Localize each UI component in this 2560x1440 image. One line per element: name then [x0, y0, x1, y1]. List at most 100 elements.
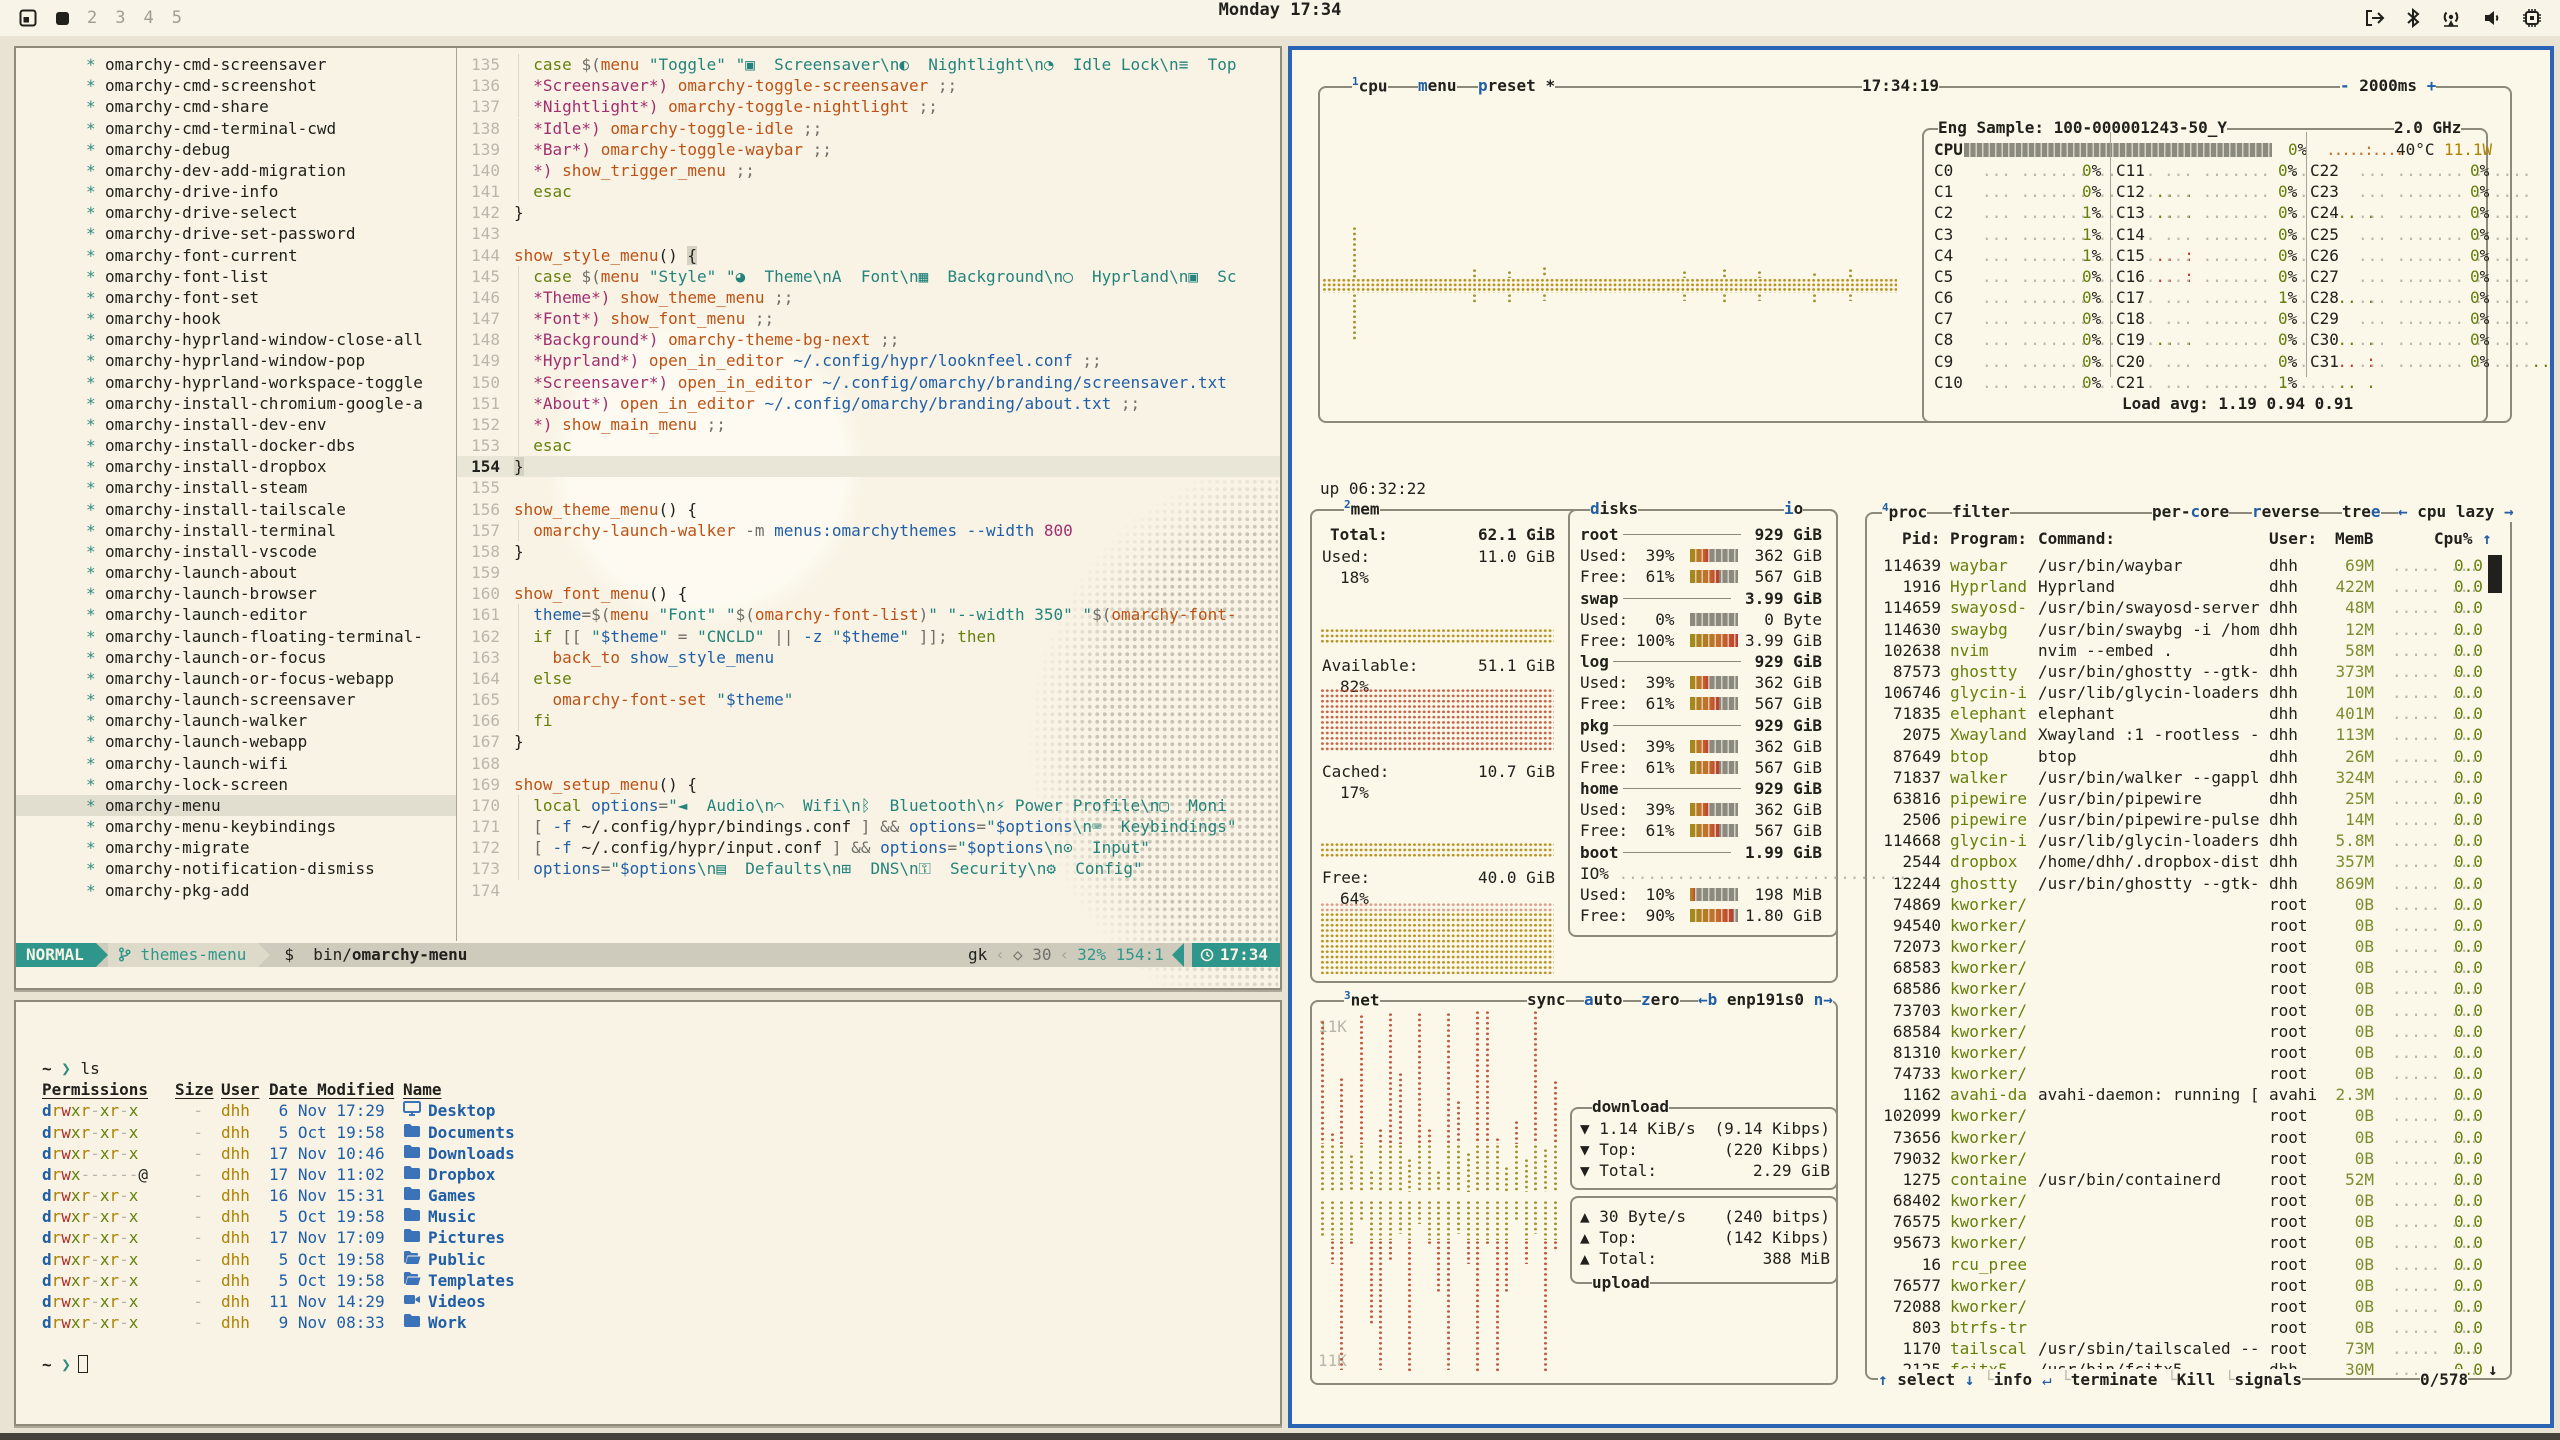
file-list-item[interactable]: *omarchy-hyprland-workspace-toggle: [16, 372, 456, 393]
code-line[interactable]: 154}: [457, 456, 1280, 477]
file-list-item[interactable]: *omarchy-launch-about: [16, 562, 456, 583]
code-line[interactable]: 155: [457, 477, 1280, 498]
code-line[interactable]: 149 *Hyprland*) open_in_editor ~/.config…: [457, 350, 1280, 371]
file-list-item[interactable]: *omarchy-launch-browser: [16, 583, 456, 604]
code-line[interactable]: 144show_style_menu() {: [457, 245, 1280, 266]
file-list-item[interactable]: *omarchy-cmd-terminal-cwd: [16, 118, 456, 139]
proc-user: root: [2269, 1254, 2308, 1275]
file-list-item[interactable]: *omarchy-notification-dismiss: [16, 858, 456, 879]
code-line[interactable]: 168: [457, 753, 1280, 774]
chip-icon[interactable]: [2522, 8, 2542, 28]
code-line[interactable]: 135 case $(menu "Toggle" "▣ Screensaver\…: [457, 54, 1280, 75]
bluetooth-icon[interactable]: [2406, 8, 2420, 28]
file-list-item[interactable]: *omarchy-launch-or-focus-webapp: [16, 668, 456, 689]
file-list-item[interactable]: *omarchy-launch-webapp: [16, 731, 456, 752]
shell-prompt[interactable]: ~ ❯ ls: [42, 1058, 100, 1079]
code-line[interactable]: 160show_font_menu() {: [457, 583, 1280, 604]
file-list-item[interactable]: *omarchy-debug: [16, 139, 456, 160]
net-down-value: (220 Kibps): [1724, 1139, 1830, 1160]
file-list-item[interactable]: *omarchy-cmd-share: [16, 96, 456, 117]
volume-icon[interactable]: [2482, 8, 2502, 28]
file-list-item[interactable]: *omarchy-font-set: [16, 287, 456, 308]
code-line[interactable]: 153 esac: [457, 435, 1280, 456]
code-line[interactable]: 142}: [457, 202, 1280, 223]
terminal-window[interactable]: ~ ❯ lsPermissionsSizeUserDate ModifiedNa…: [14, 1000, 1282, 1426]
code-line[interactable]: 166 fi: [457, 710, 1280, 731]
file-list-item[interactable]: *omarchy-launch-wifi: [16, 753, 456, 774]
folder-icon: [403, 1143, 421, 1164]
code-line[interactable]: 151 *About*) open_in_editor ~/.config/om…: [457, 393, 1280, 414]
file-list-item[interactable]: *omarchy-install-tailscale: [16, 499, 456, 520]
code-line[interactable]: 169show_setup_menu() {: [457, 774, 1280, 795]
btop-window[interactable]: 1cpumenupreset *17:34:19- 2000ms +Eng Sa…: [1288, 46, 2554, 1428]
file-list-item[interactable]: *omarchy-hook: [16, 308, 456, 329]
proc-scrollbar-thumb[interactable]: [2488, 555, 2502, 593]
code-line[interactable]: 141 esac: [457, 181, 1280, 202]
code-line[interactable]: 150 *Screensaver*) open_in_editor ~/.con…: [457, 372, 1280, 393]
file-list-item[interactable]: *omarchy-font-current: [16, 245, 456, 266]
file-list-item[interactable]: *omarchy-install-chromium-google-a: [16, 393, 456, 414]
disk-row-label: Free:: [1580, 905, 1628, 926]
mem-used-label: Used:: [1322, 546, 1370, 567]
file-list-item[interactable]: *omarchy-launch-editor: [16, 604, 456, 625]
file-list-item[interactable]: *omarchy-drive-select: [16, 202, 456, 223]
code-line[interactable]: 170 local options="◄ Audio\n⌒ Wifi\nᛒ Bl…: [457, 795, 1280, 816]
code-line[interactable]: 157 omarchy-launch-walker -m menus:omarc…: [457, 520, 1280, 541]
code-line[interactable]: 147 *Font*) show_font_menu ;;: [457, 308, 1280, 329]
file-list-item[interactable]: *omarchy-install-dropbox: [16, 456, 456, 477]
code-line[interactable]: 162 if [[ "$theme" = "CNCLD" || -z "$the…: [457, 626, 1280, 647]
file-list-item[interactable]: *omarchy-install-vscode: [16, 541, 456, 562]
file-list-item[interactable]: *omarchy-launch-screensaver: [16, 689, 456, 710]
net-down-column: [1330, 1132, 1335, 1144]
file-list-item[interactable]: *omarchy-cmd-screensaver: [16, 54, 456, 75]
code-line[interactable]: 140 *) show_trigger_menu ;;: [457, 160, 1280, 181]
file-list-item[interactable]: *omarchy-install-terminal: [16, 520, 456, 541]
code-line[interactable]: 137 *Nightlight*) omarchy-toggle-nightli…: [457, 96, 1280, 117]
file-list-item[interactable]: *omarchy-migrate: [16, 837, 456, 858]
code-line[interactable]: 156show_theme_menu() {: [457, 499, 1280, 520]
file-list-item[interactable]: *omarchy-hyprland-window-pop: [16, 350, 456, 371]
file-list-item[interactable]: *omarchy-dev-add-migration: [16, 160, 456, 181]
file-list-item[interactable]: *omarchy-hyprland-window-close-all: [16, 329, 456, 350]
code-line[interactable]: 167}: [457, 731, 1280, 752]
code-line[interactable]: 161 theme=$(menu "Font" "$(omarchy-font-…: [457, 604, 1280, 625]
file-list-item[interactable]: *omarchy-launch-floating-terminal-: [16, 626, 456, 647]
file-list-item[interactable]: *omarchy-launch-or-focus: [16, 647, 456, 668]
code-line[interactable]: 174: [457, 880, 1280, 901]
file-list-item[interactable]: *omarchy-menu-keybindings: [16, 816, 456, 837]
net-down-column: [1359, 1144, 1364, 1192]
code-line[interactable]: 163 back_to show_style_menu: [457, 647, 1280, 668]
code-line[interactable]: 171 [ -f ~/.config/hypr/bindings.conf ] …: [457, 816, 1280, 837]
code-line[interactable]: 146 *Theme*) show_theme_menu ;;: [457, 287, 1280, 308]
file-list-item[interactable]: *omarchy-lock-screen: [16, 774, 456, 795]
net-down-row: ▼ Top:: [1580, 1139, 1638, 1160]
code-line[interactable]: 136 *Screensaver*) omarchy-toggle-screen…: [457, 75, 1280, 96]
file-list-item[interactable]: *omarchy-cmd-screenshot: [16, 75, 456, 96]
code-line[interactable]: 159: [457, 562, 1280, 583]
screencast-icon[interactable]: [2364, 8, 2386, 28]
code-line[interactable]: 173 options="$options\n▤ Defaults\n⊞ DNS…: [457, 858, 1280, 879]
file-list-item[interactable]: *omarchy-pkg-add: [16, 880, 456, 901]
code-line[interactable]: 138 *Idle*) omarchy-toggle-idle ;;: [457, 118, 1280, 139]
code-line[interactable]: 165 omarchy-font-set "$theme": [457, 689, 1280, 710]
code-line[interactable]: 143: [457, 223, 1280, 244]
code-line[interactable]: 172 [ -f ~/.config/hypr/input.conf ] && …: [457, 837, 1280, 858]
file-list-item[interactable]: *omarchy-font-list: [16, 266, 456, 287]
file-list-item[interactable]: *omarchy-install-docker-dbs: [16, 435, 456, 456]
hotspot-icon[interactable]: [2440, 8, 2462, 28]
mem-box-title: 2mem: [1344, 498, 1380, 520]
file-list-item[interactable]: *omarchy-launch-walker: [16, 710, 456, 731]
code-line[interactable]: 164 else: [457, 668, 1280, 689]
file-list-item[interactable]: *omarchy-drive-set-password: [16, 223, 456, 244]
file-list-item[interactable]: *omarchy-menu: [16, 795, 456, 816]
shell-prompt[interactable]: ~ ❯: [42, 1354, 81, 1375]
net-up-value: 388 MiB: [1763, 1248, 1830, 1269]
code-line[interactable]: 158}: [457, 541, 1280, 562]
code-line[interactable]: 139 *Bar*) omarchy-toggle-waybar ;;: [457, 139, 1280, 160]
file-list-item[interactable]: *omarchy-install-steam: [16, 477, 456, 498]
code-line[interactable]: 145 case $(menu "Style" "◕ Theme\nA Font…: [457, 266, 1280, 287]
file-list-item[interactable]: *omarchy-install-dev-env: [16, 414, 456, 435]
code-line[interactable]: 152 *) show_main_menu ;;: [457, 414, 1280, 435]
file-list-item[interactable]: *omarchy-drive-info: [16, 181, 456, 202]
code-line[interactable]: 148 *Background*) omarchy-theme-bg-next …: [457, 329, 1280, 350]
